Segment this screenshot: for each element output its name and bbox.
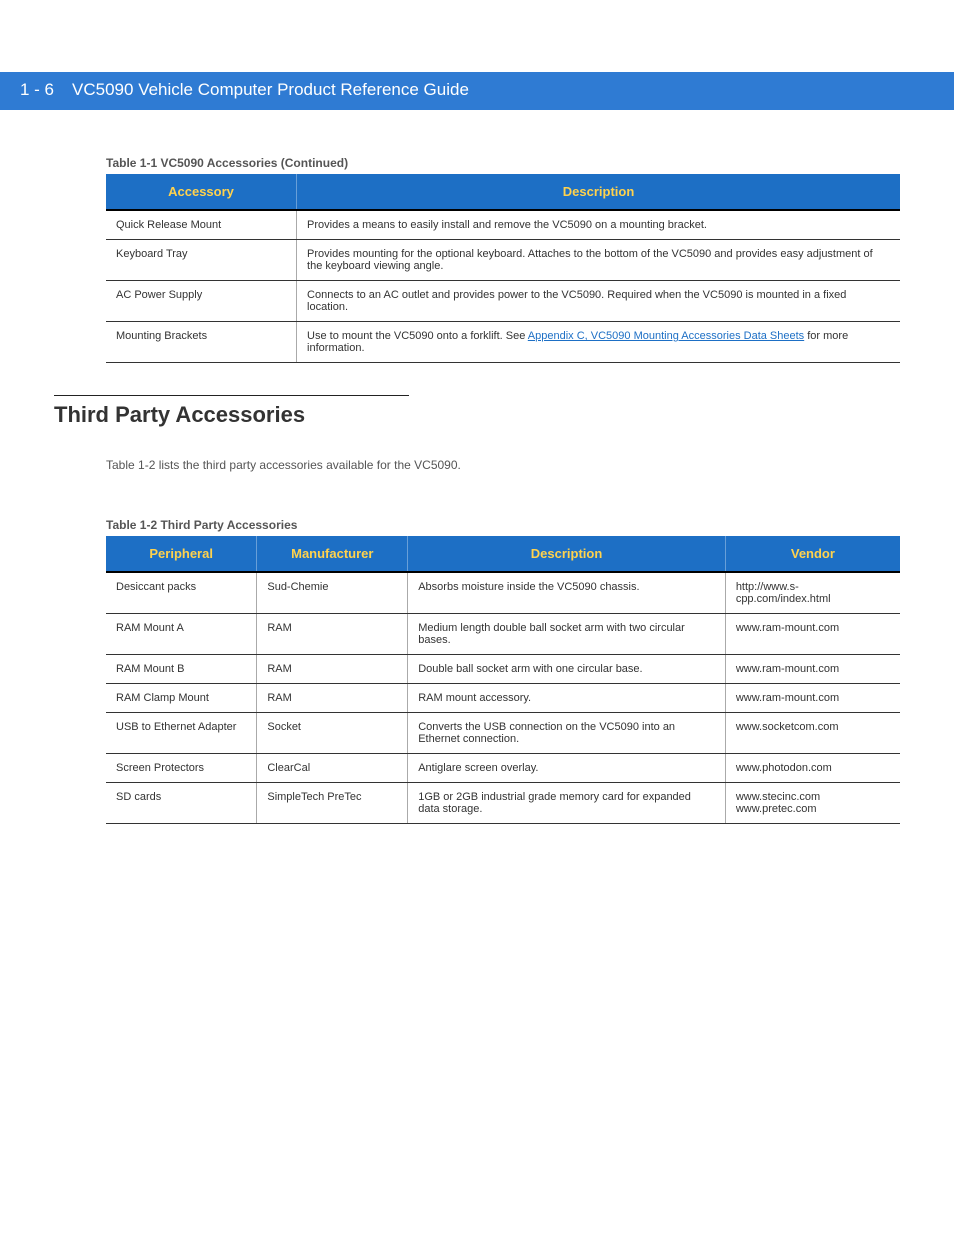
table-row: USB to Ethernet Adapter Socket Converts …	[106, 713, 900, 754]
cell-vendor: http://www.s-cpp.com/index.html	[725, 572, 900, 614]
cell-vendor: www.photodon.com	[725, 754, 900, 783]
accessories-table: Accessory Description Quick Release Moun…	[106, 174, 900, 363]
table-row: Quick Release Mount Provides a means to …	[106, 210, 900, 240]
table2-head-peripheral: Peripheral	[106, 536, 257, 572]
page-header: 1 - 6 VC5090 Vehicle Computer Product Re…	[0, 72, 954, 110]
cell-manufacturer: ClearCal	[257, 754, 408, 783]
cell-vendor: www.ram-mount.com	[725, 655, 900, 684]
table-row: Mounting Brackets Use to mount the VC509…	[106, 322, 900, 363]
page-content: Table 1-1 VC5090 Accessories (Continued)…	[0, 156, 954, 864]
table-row: Keyboard Tray Provides mounting for the …	[106, 240, 900, 281]
cell-accessory: AC Power Supply	[106, 281, 297, 322]
cell-description: Absorbs moisture inside the VC5090 chass…	[408, 572, 726, 614]
table2-head-vendor: Vendor	[725, 536, 900, 572]
doc-title: VC5090 Vehicle Computer Product Referenc…	[72, 80, 469, 100]
cell-vendor: www.ram-mount.com	[725, 684, 900, 713]
cell-description: Converts the USB connection on the VC509…	[408, 713, 726, 754]
cell-peripheral: USB to Ethernet Adapter	[106, 713, 257, 754]
cell-peripheral: SD cards	[106, 783, 257, 824]
xref-link[interactable]: Appendix C, VC5090 Mounting Accessories …	[528, 330, 804, 342]
table1-head-accessory: Accessory	[106, 174, 297, 210]
third-party-table: Peripheral Manufacturer Description Vend…	[106, 536, 900, 824]
table2-head-manufacturer: Manufacturer	[257, 536, 408, 572]
cell-vendor: www.stecinc.com www.pretec.com	[725, 783, 900, 824]
table1-head-description: Description	[297, 174, 900, 210]
cell-description: Double ball socket arm with one circular…	[408, 655, 726, 684]
table-row: AC Power Supply Connects to an AC outlet…	[106, 281, 900, 322]
table-row: Screen Protectors ClearCal Antiglare scr…	[106, 754, 900, 783]
cell-manufacturer: Socket	[257, 713, 408, 754]
table-row: SD cards SimpleTech PreTec 1GB or 2GB in…	[106, 783, 900, 824]
cell-description: Connects to an AC outlet and provides po…	[297, 281, 900, 322]
cell-peripheral: RAM Clamp Mount	[106, 684, 257, 713]
cell-vendor: www.socketcom.com	[725, 713, 900, 754]
table-row: RAM Mount A RAM Medium length double bal…	[106, 614, 900, 655]
cell-description: 1GB or 2GB industrial grade memory card …	[408, 783, 726, 824]
table2-caption: Table 1-2 Third Party Accessories	[106, 518, 900, 532]
cell-manufacturer: SimpleTech PreTec	[257, 783, 408, 824]
page-number: 1 - 6	[20, 80, 54, 100]
cell-manufacturer: Sud-Chemie	[257, 572, 408, 614]
cell-peripheral: RAM Mount B	[106, 655, 257, 684]
cell-description: Provides a means to easily install and r…	[297, 210, 900, 240]
section-heading: Third Party Accessories	[54, 395, 409, 428]
table-row: Desiccant packs Sud-Chemie Absorbs moist…	[106, 572, 900, 614]
cell-description: Medium length double ball socket arm wit…	[408, 614, 726, 655]
cell-manufacturer: RAM	[257, 655, 408, 684]
cell-manufacturer: RAM	[257, 614, 408, 655]
cell-description: Use to mount the VC5090 onto a forklift.…	[297, 322, 900, 363]
table-row: RAM Mount B RAM Double ball socket arm w…	[106, 655, 900, 684]
cell-peripheral: Screen Protectors	[106, 754, 257, 783]
cell-accessory: Keyboard Tray	[106, 240, 297, 281]
cell-vendor: www.ram-mount.com	[725, 614, 900, 655]
cell-accessory: Quick Release Mount	[106, 210, 297, 240]
cell-peripheral: Desiccant packs	[106, 572, 257, 614]
cell-description: Provides mounting for the optional keybo…	[297, 240, 900, 281]
desc-text: Use to mount the VC5090 onto a forklift.…	[307, 330, 528, 342]
cell-description: Antiglare screen overlay.	[408, 754, 726, 783]
cell-peripheral: RAM Mount A	[106, 614, 257, 655]
cell-manufacturer: RAM	[257, 684, 408, 713]
cell-description: RAM mount accessory.	[408, 684, 726, 713]
section-note: Table 1-2 lists the third party accessor…	[106, 458, 900, 472]
table2-head-description: Description	[408, 536, 726, 572]
table1-caption: Table 1-1 VC5090 Accessories (Continued)	[106, 156, 900, 170]
table-row: RAM Clamp Mount RAM RAM mount accessory.…	[106, 684, 900, 713]
cell-accessory: Mounting Brackets	[106, 322, 297, 363]
